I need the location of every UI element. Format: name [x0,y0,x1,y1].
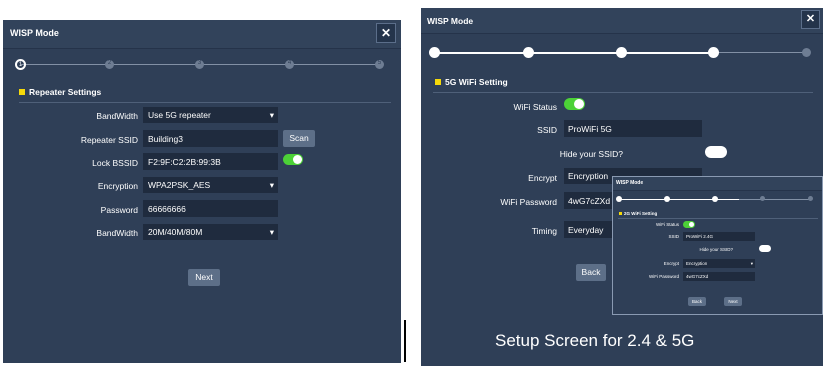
right-titlebar: WISP Mode ✕ [421,8,823,34]
ssid-label: SSID [537,125,557,135]
setup-caption: Setup Screen for 2.4 & 5G [495,331,695,350]
inset-section-title: 2G WiFi Setting [624,211,658,216]
hide-ssid-toggle[interactable] [705,146,727,158]
step-5 [808,196,813,201]
inset-next-button[interactable]: Next [724,297,742,306]
right-section-heading: 5G WiFi Setting [435,77,508,87]
step-1 [429,47,440,58]
left-dialog-title: WISP Mode [10,28,59,38]
inset-stepper [613,196,822,204]
chevron-down-icon: ▾ [750,261,753,266]
wifi-status-label: WiFi Status [513,102,557,112]
inset-wisp-dialog: WISP Mode 2G WiFi Setting WiFi Status SS… [612,176,823,315]
inset-section-heading: 2G WiFi Setting [619,211,657,216]
step-3: 3 [195,60,204,69]
right-section-title: 5G WiFi Setting [445,77,508,87]
step-3 [712,196,718,202]
left-wisp-dialog: WISP Mode ✕ 1 2 3 4 5 Repeater Settings … [3,20,401,363]
right-close-icon[interactable]: ✕ [801,10,820,29]
ssid-input[interactable]: ProWiFi 5G [564,120,702,137]
step-4: 4 [285,60,294,69]
inset-wifi-password-label: WiFi Password [648,274,679,279]
inset-dialog-title: WISP Mode [616,180,644,186]
chevron-down-icon: ▾ [269,110,274,120]
lock-bssid-toggle[interactable] [283,154,303,165]
repeater-ssid-input[interactable]: Building3 [143,130,278,147]
step-track-pending [713,52,805,53]
back-button[interactable]: Back [576,264,606,281]
toggle-knob [689,222,694,227]
right-wisp-dialog: WISP Mode ✕ 5G WiFi Setting WiFi Status … [421,8,823,366]
scan-button[interactable]: Scan [283,130,315,147]
step-3 [616,47,627,58]
next-button[interactable]: Next [188,269,220,286]
inset-back-button[interactable]: Back [688,297,706,306]
left-titlebar: WISP Mode ✕ [3,20,401,49]
bandwidth2-select[interactable]: 20M/40M/80M ▾ [143,224,278,240]
hide-ssid-label: Hide your SSID? [559,149,623,159]
right-dialog-title: WISP Mode [427,16,474,26]
inset-wifi-status-label: WiFi Status [655,222,679,227]
left-section-divider [19,102,391,103]
left-section-heading: Repeater Settings [19,87,101,97]
section-marker [619,212,622,215]
bandwidth2-label: BandWidth [96,228,138,238]
step-5 [802,48,811,57]
right-section-divider [433,92,813,93]
inset-encrypt-label: Encrypt [663,261,679,266]
step-2: 2 [105,60,114,69]
step-4 [760,196,765,201]
repeater-ssid-label: Repeater SSID [80,135,138,145]
inset-hide-ssid-label: Hide your SSID? [699,247,733,252]
bandwidth-select[interactable]: Use 5G repeater ▾ [143,107,278,123]
step-4 [708,47,719,58]
encrypt-label: Encrypt [528,173,557,183]
section-marker [19,89,25,95]
lock-bssid-input[interactable]: F2:9F:C2:2B:99:3B [143,153,278,170]
bandwidth-label: BandWidth [96,111,138,121]
wifi-status-toggle[interactable] [564,98,585,110]
divider-mark [404,320,406,362]
step-1 [616,196,622,202]
left-stepper: 1 2 3 4 5 [3,58,401,72]
step-1: 1 [15,59,26,70]
encryption-label: Encryption [97,181,138,191]
left-section-title: Repeater Settings [29,87,102,97]
step-track-done [619,199,739,200]
encryption-select[interactable]: WPA2PSK_AES ▾ [143,177,278,193]
right-stepper [421,46,823,60]
chevron-down-icon: ▾ [269,180,274,190]
lock-bssid-label: Lock BSSID [92,158,138,168]
step-5: 5 [375,60,384,69]
password-label: Password [100,205,138,215]
inset-wifi-status-toggle[interactable] [683,221,695,228]
inset-titlebar: WISP Mode [613,177,822,191]
toggle-knob [293,155,302,164]
chevron-down-icon: ▾ [269,227,274,237]
timing-label: Timing [531,226,557,236]
step-2 [664,196,670,202]
password-input[interactable]: 66666666 [143,200,278,217]
inset-wifi-password-input[interactable]: 4wG7cZXd [683,272,755,281]
section-marker [435,79,441,85]
step-track-done [435,52,713,54]
left-close-icon[interactable]: ✕ [376,23,396,43]
inset-ssid-label: SSID [668,234,679,239]
inset-ssid-input[interactable]: ProWiFi 2.4G [683,232,755,241]
inset-encrypt-select[interactable]: Encryption ▾ [683,259,755,268]
toggle-knob [574,99,584,109]
step-track-pending [739,199,811,200]
inset-hide-ssid-toggle[interactable] [759,245,771,252]
inset-section-divider [618,218,818,219]
wifi-password-label: WiFi Password [500,197,557,207]
step-2 [523,47,534,58]
